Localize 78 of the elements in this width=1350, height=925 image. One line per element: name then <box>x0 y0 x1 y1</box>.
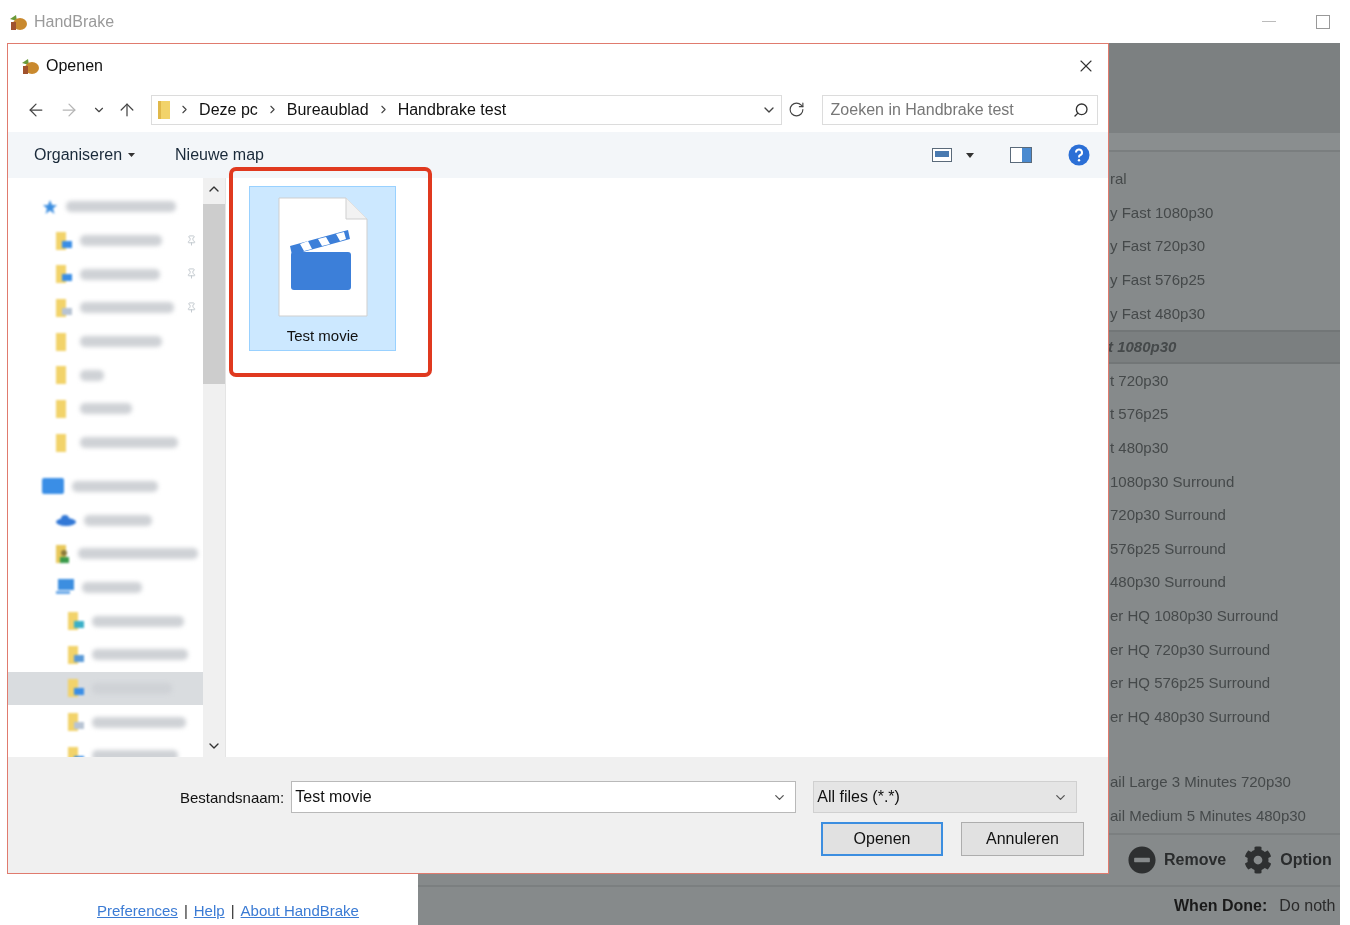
dialog-title: Openen <box>46 56 103 75</box>
address-bar[interactable]: Deze pc Bureaublad Handbrake test <box>151 94 783 125</box>
preset-item[interactable]: 1080p30 Surround <box>1108 464 1340 498</box>
cancel-button[interactable]: Annuleren <box>961 822 1084 856</box>
preset-category[interactable]: ral <box>1108 162 1340 196</box>
file-type-dropdown[interactable]: All files (*.*) <box>813 781 1078 813</box>
preset-item[interactable]: er HQ 576p25 Surround <box>1108 665 1340 700</box>
breadcrumb[interactable]: Handbrake test <box>397 100 507 119</box>
remove-button[interactable]: Remove <box>1128 846 1227 874</box>
pin-icon <box>186 234 197 246</box>
link-separator: | <box>230 901 235 919</box>
preset-item[interactable]: ail Medium 5 Minutes 480p30 <box>1108 798 1340 833</box>
filename-field[interactable]: Test movie <box>291 781 797 813</box>
filename-label: Bestandsnaam: <box>180 788 285 806</box>
refresh-icon <box>788 101 806 118</box>
preset-item[interactable]: er HQ 1080p30 Surround <box>1108 598 1340 633</box>
computer-icon <box>56 579 74 596</box>
preset-item[interactable]: t 720p30 <box>1108 363 1340 398</box>
preset-item[interactable]: ail Large 3 Minutes 720p30 <box>1108 765 1340 799</box>
preview-pane-icon[interactable] <box>1010 147 1032 163</box>
navigation-item[interactable] <box>8 671 203 706</box>
blurred-label <box>84 514 152 526</box>
options-button[interactable]: Option <box>1244 846 1332 874</box>
preset-item[interactable]: 720p30 Surround <box>1108 497 1340 532</box>
folder-icon <box>56 265 72 284</box>
folder-icon <box>68 645 84 664</box>
preset-item[interactable]: er HQ 720p30 Surround <box>1108 632 1340 666</box>
monitor-icon <box>42 478 64 495</box>
pin-icon <box>186 302 197 314</box>
organize-menu[interactable]: Organiseren <box>34 146 136 164</box>
breadcrumb[interactable]: Bureaublad <box>286 100 369 119</box>
new-folder-button[interactable]: Nieuwe map <box>175 146 264 164</box>
star-icon <box>42 198 58 215</box>
person-folder-icon <box>56 544 70 563</box>
preset-item[interactable]: 480p30 Surround <box>1108 565 1340 599</box>
preset-item[interactable]: y Fast 1080p30 <box>1108 195 1340 230</box>
folder-icon <box>158 100 171 119</box>
preset-item[interactable]: y Fast 576p25 <box>1108 262 1340 297</box>
footer-link[interactable]: About HandBrake <box>240 901 359 919</box>
app-logo-icon <box>8 12 28 31</box>
preset-item[interactable]: t 480p30 <box>1108 430 1340 465</box>
help-icon[interactable] <box>1068 144 1090 166</box>
scrollbar-thumb[interactable] <box>203 204 225 384</box>
blurred-label <box>80 369 104 381</box>
scrollbar[interactable] <box>203 178 225 757</box>
when-done-value[interactable]: Do noth <box>1279 897 1336 915</box>
folder-icon <box>56 231 72 250</box>
preset-item[interactable]: 576p25 Surround <box>1108 531 1340 566</box>
app-logo-icon <box>20 56 40 75</box>
caret-icon <box>128 153 136 157</box>
pin-icon <box>186 268 197 280</box>
view-icon[interactable] <box>932 148 952 162</box>
file-name: Test movie <box>286 327 359 344</box>
footer-link[interactable]: Preferences <box>97 901 178 919</box>
preset-item[interactable]: y Fast 720p30 <box>1108 229 1340 263</box>
maximize-icon[interactable] <box>1316 14 1330 29</box>
when-done-label: When Done: <box>1174 897 1268 915</box>
folder-icon <box>68 713 84 732</box>
preset-item[interactable]: y Fast 480p30 <box>1108 296 1340 330</box>
blurred-label <box>82 581 142 593</box>
minimize-icon[interactable] <box>1262 20 1276 23</box>
search-icon[interactable] <box>1073 101 1089 118</box>
blurred-label <box>80 403 132 415</box>
window-title: HandBrake <box>34 12 115 31</box>
folder-icon <box>56 298 72 317</box>
file-tile[interactable]: Test movie <box>249 186 396 351</box>
settings-icon <box>1244 846 1273 874</box>
cloud-icon <box>56 514 76 527</box>
search-field[interactable]: Zoeken in Handbrake test <box>821 94 1098 125</box>
footer-link[interactable]: Help <box>193 901 225 919</box>
breadcrumb[interactable]: Deze pc <box>199 100 258 119</box>
preset-item[interactable]: er HQ 480p30 Surround <box>1108 699 1340 734</box>
preset-item[interactable]: t 576p25 <box>1108 397 1340 431</box>
link-separator: | <box>183 901 188 919</box>
folder-icon <box>68 612 84 631</box>
open-button[interactable]: Openen <box>821 822 943 856</box>
folder-icon <box>68 679 84 698</box>
video-file-icon <box>277 197 368 317</box>
